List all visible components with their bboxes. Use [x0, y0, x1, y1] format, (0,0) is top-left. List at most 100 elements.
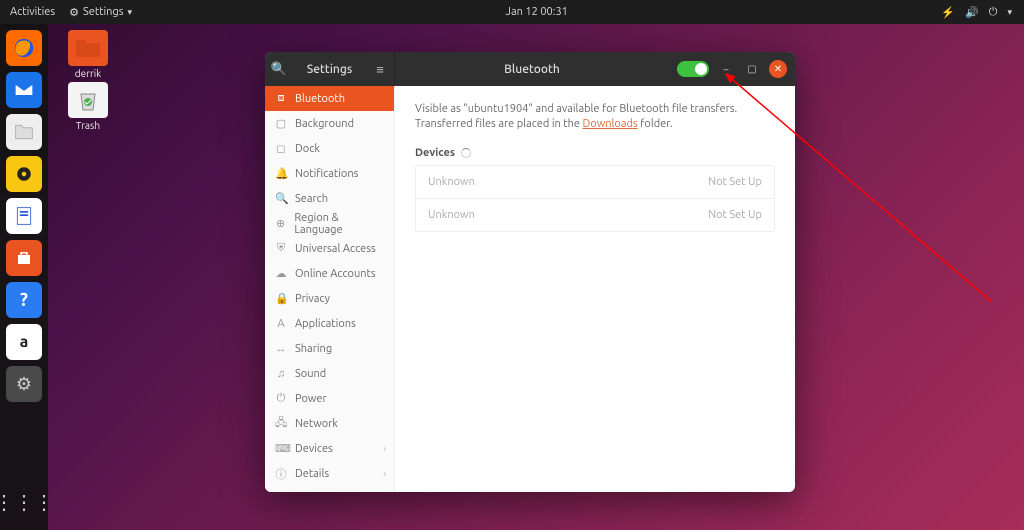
- sidebar-item-icon: ⊕: [275, 217, 286, 230]
- header-title: Bluetooth: [395, 63, 669, 76]
- sidebar-item-icon: ◻: [275, 142, 287, 155]
- sidebar-item-devices[interactable]: ⌨ Devices ›: [265, 436, 394, 461]
- maximize-button[interactable]: ▢: [743, 60, 761, 78]
- dock-show-apps[interactable]: ⋮⋮⋮: [6, 484, 42, 520]
- panel-title: Settings: [293, 63, 366, 76]
- device-status: Not Set Up: [708, 176, 762, 188]
- sidebar-item-label: Network: [295, 418, 338, 430]
- device-name: Unknown: [428, 176, 475, 188]
- clock[interactable]: Jan 12 00:31: [132, 6, 941, 18]
- sidebar-item-online-accounts[interactable]: ☁Online Accounts: [265, 261, 394, 286]
- sidebar-item-label: Power: [295, 393, 327, 405]
- sidebar-item-icon: ⏻: [275, 392, 287, 405]
- device-row[interactable]: Unknown Not Set Up: [416, 199, 774, 231]
- bluetooth-toggle[interactable]: [677, 61, 709, 77]
- sidebar-item-power[interactable]: ⏻ Power: [265, 386, 394, 411]
- sidebar-item-label: Notifications: [295, 168, 358, 180]
- sidebar-item-icon: ⛨: [275, 242, 287, 255]
- desktop-icon-label: Trash: [76, 120, 100, 131]
- sidebar-item-label: Search: [295, 193, 328, 205]
- sidebar-item-label: Sound: [295, 368, 326, 380]
- sidebar-item-details[interactable]: ⓘ Details ›: [265, 461, 394, 486]
- desktop-icon-home[interactable]: derrik: [58, 30, 118, 79]
- sidebar-item-label: Dock: [295, 143, 320, 155]
- sidebar-item-label: Region & Language: [294, 212, 384, 236]
- sidebar-item-network[interactable]: 🖧 Network: [265, 411, 394, 436]
- settings-sidebar: ⧈ Bluetooth ▢ Background ◻ Dock 🔔 Notifications…: [265, 86, 395, 492]
- sidebar-item-label: Sharing: [295, 343, 332, 355]
- network-icon: ⚡: [941, 6, 955, 19]
- dock-thunderbird[interactable]: [6, 72, 42, 108]
- bluetooth-content: Visible as "ubuntu1904" and available fo…: [395, 86, 795, 492]
- desktop-icon-trash[interactable]: Trash: [58, 82, 118, 131]
- search-icon: 🔍: [271, 62, 287, 77]
- system-status-area[interactable]: ⚡ 🔊 ⏻ ▾: [941, 6, 1024, 19]
- sidebar-item-notifications[interactable]: 🔔 Notifications: [265, 161, 394, 186]
- dock-software[interactable]: [6, 240, 42, 276]
- sidebar-item-sharing[interactable]: ↔Sharing: [265, 336, 394, 361]
- minimize-button[interactable]: –: [717, 60, 735, 78]
- sidebar-item-sound[interactable]: ♫ Sound: [265, 361, 394, 386]
- dock-help[interactable]: ?: [6, 282, 42, 318]
- blurb-text: Visible as "ubuntu1904" and available fo…: [415, 103, 737, 130]
- menu-icon: ≡: [376, 62, 384, 77]
- sidebar-item-dock[interactable]: ◻ Dock: [265, 136, 394, 161]
- sidebar-item-icon: ⓘ: [275, 466, 287, 482]
- app-menu[interactable]: ⚙ Settings ▾: [69, 6, 132, 19]
- window-titlebar[interactable]: 🔍 Settings ≡ Bluetooth – ▢ ✕: [265, 52, 795, 86]
- sidebar-item-region-language[interactable]: ⊕ Region & Language: [265, 211, 394, 236]
- sidebar-item-label: Applications: [295, 318, 356, 330]
- sidebar-item-icon: 🖧: [275, 414, 287, 433]
- devices-list: Unknown Not Set Up Unknown Not Set Up: [415, 165, 775, 232]
- sidebar-item-privacy[interactable]: 🔒 Privacy: [265, 286, 394, 311]
- dock-settings[interactable]: ⚙: [6, 366, 42, 402]
- device-status: Not Set Up: [708, 209, 762, 221]
- close-button[interactable]: ✕: [769, 60, 787, 78]
- search-button[interactable]: 🔍: [265, 62, 293, 77]
- top-panel: Activities ⚙ Settings ▾ Jan 12 00:31 ⚡ 🔊…: [0, 0, 1024, 24]
- dock-files[interactable]: [6, 114, 42, 150]
- sidebar-item-search[interactable]: 🔍 Search: [265, 186, 394, 211]
- chevron-down-icon: ▾: [1007, 7, 1012, 18]
- sidebar-item-label: Devices: [295, 443, 333, 455]
- sidebar-item-label: Bluetooth: [295, 93, 345, 105]
- sidebar-item-icon: ⧈: [275, 92, 287, 105]
- hamburger-button[interactable]: ≡: [366, 62, 394, 77]
- sidebar-item-background[interactable]: ▢ Background: [265, 111, 394, 136]
- sidebar-item-label: Details: [295, 468, 329, 480]
- activities-button[interactable]: Activities: [10, 6, 55, 19]
- chevron-right-icon: ›: [383, 468, 386, 479]
- device-name: Unknown: [428, 209, 475, 221]
- sidebar-header: 🔍 Settings ≡: [265, 52, 395, 86]
- chevron-right-icon: ›: [383, 443, 386, 454]
- devices-heading: Devices: [415, 147, 455, 159]
- folder-icon: [68, 30, 108, 66]
- sidebar-item-icon: 🔒: [275, 292, 287, 305]
- power-icon: ⏻: [989, 6, 998, 19]
- dock-firefox[interactable]: [6, 30, 42, 66]
- dock-amazon[interactable]: a: [6, 324, 42, 360]
- sidebar-item-icon: 🔔: [275, 167, 287, 180]
- spinner-icon: [461, 148, 471, 158]
- sidebar-item-icon: ▢: [275, 117, 287, 130]
- downloads-link[interactable]: Downloads: [583, 118, 638, 130]
- sidebar-item-bluetooth[interactable]: ⧈ Bluetooth: [265, 86, 394, 111]
- sidebar-item-label: Background: [295, 118, 354, 130]
- sidebar-item-icon: 🔍: [275, 192, 287, 205]
- sidebar-item-icon: ⌨: [275, 442, 287, 455]
- dock-writer[interactable]: [6, 198, 42, 234]
- dock-rhythmbox[interactable]: [6, 156, 42, 192]
- visibility-blurb: Visible as "ubuntu1904" and available fo…: [415, 102, 775, 133]
- sidebar-item-label: Privacy: [295, 293, 330, 305]
- gear-icon: ⚙: [69, 6, 79, 19]
- dock: ? a ⚙ ⋮⋮⋮: [0, 24, 48, 530]
- sidebar-item-applications[interactable]: AApplications: [265, 311, 394, 336]
- settings-window: 🔍 Settings ≡ Bluetooth – ▢ ✕ ⧈ Bluetooth ▢…: [265, 52, 795, 492]
- device-row[interactable]: Unknown Not Set Up: [416, 166, 774, 199]
- sidebar-item-universal-access[interactable]: ⛨Universal Access: [265, 236, 394, 261]
- volume-icon: 🔊: [965, 6, 979, 19]
- sidebar-item-icon: ♫: [275, 368, 287, 380]
- app-menu-label: Settings: [83, 6, 124, 18]
- desktop-icon-label: derrik: [75, 68, 101, 79]
- sidebar-item-icon: ☁: [275, 267, 287, 280]
